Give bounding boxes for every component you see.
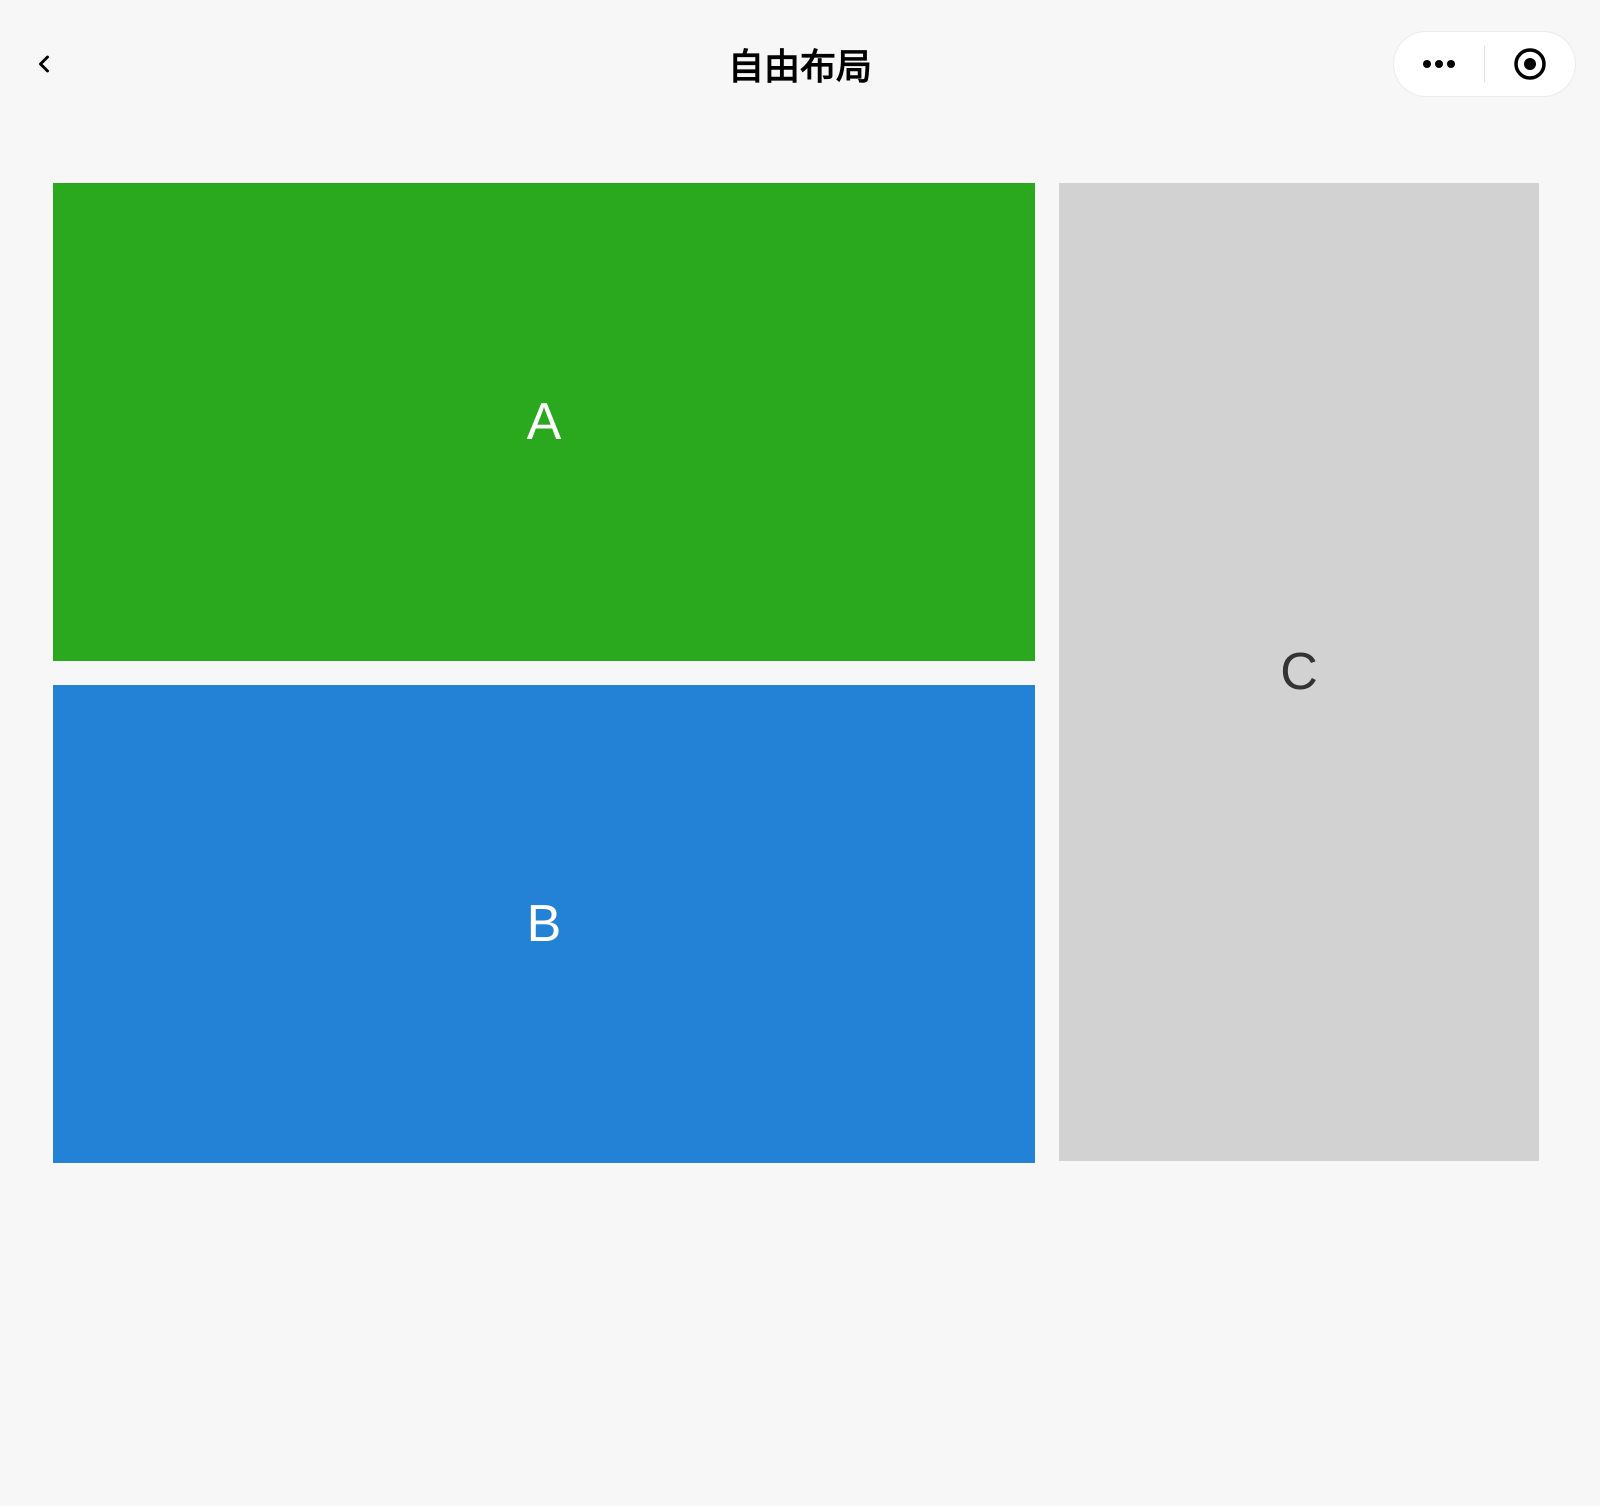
target-icon — [1513, 47, 1547, 81]
left-column: A B — [53, 183, 1035, 1163]
back-button[interactable] — [24, 44, 64, 84]
header: 自由布局 — [0, 0, 1600, 128]
panel-a: A — [53, 183, 1035, 661]
capsule-control — [1393, 31, 1576, 97]
panel-c: C — [1059, 183, 1539, 1161]
more-icon — [1419, 58, 1459, 70]
close-button[interactable] — [1485, 32, 1575, 96]
chevron-left-icon — [30, 50, 58, 78]
right-column: C — [1059, 183, 1539, 1163]
panel-b-label: B — [527, 894, 562, 954]
more-button[interactable] — [1394, 32, 1484, 96]
content-area: A B C — [0, 128, 1600, 1163]
panel-c-label: C — [1280, 642, 1318, 702]
panel-a-label: A — [527, 392, 562, 452]
panel-b: B — [53, 685, 1035, 1163]
page-title: 自由布局 — [728, 38, 872, 90]
